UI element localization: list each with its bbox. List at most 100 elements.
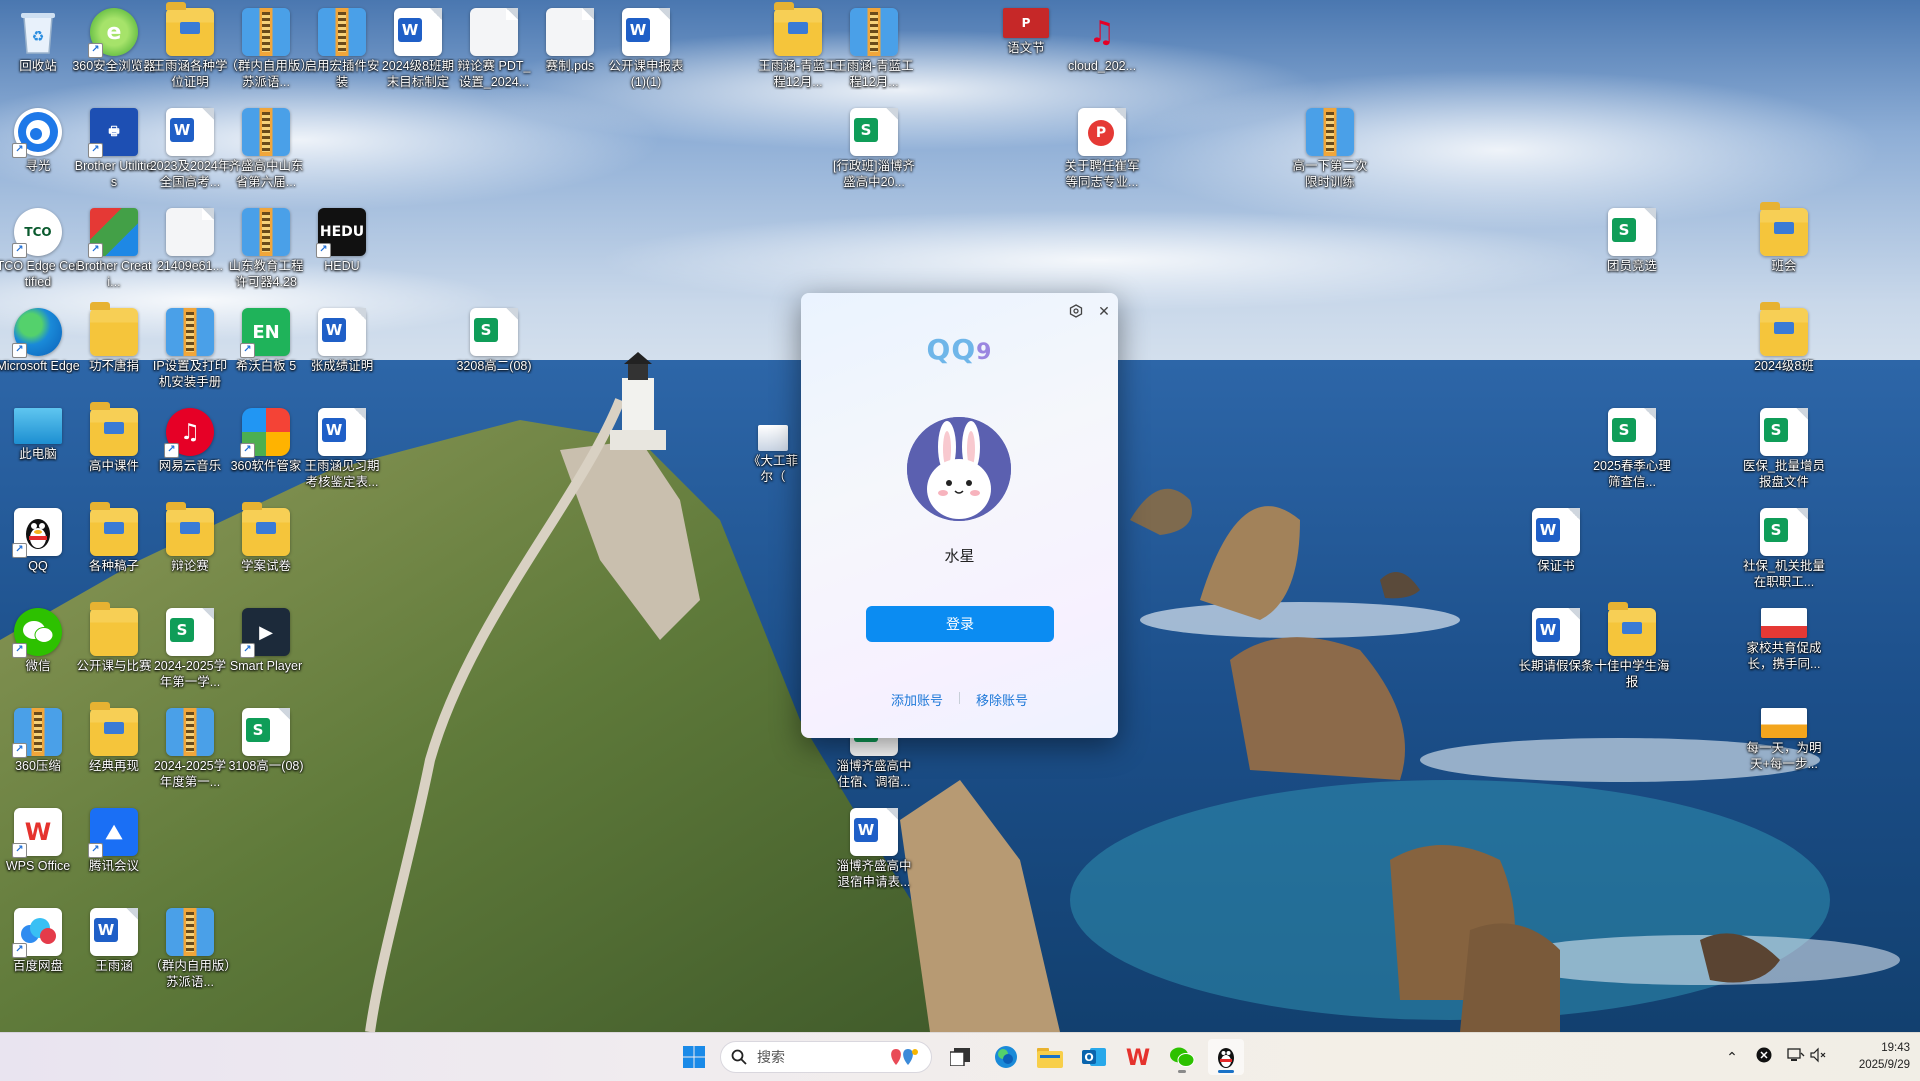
word-glyph: W xyxy=(166,108,214,156)
word-document-icon[interactable]: W 长期请假保条 xyxy=(1514,608,1598,674)
image-file-icon[interactable]: 《大工菲尔（ xyxy=(743,425,803,485)
folder-icon[interactable]: 学案试卷 xyxy=(224,502,308,574)
word-document-icon[interactable]: W 保证书 xyxy=(1514,508,1598,574)
wps-office-icon[interactable]: W ↗ WPS Office xyxy=(0,808,80,874)
360-browser-icon[interactable]: e ↗ 360安全浏览器 xyxy=(72,8,156,74)
baidu-cloud-glyph: ↗ xyxy=(12,908,62,958)
qq-icon[interactable]: ↗ QQ xyxy=(0,508,80,574)
360-zip-icon[interactable]: ↗ 360压缩 xyxy=(0,708,80,774)
tencent-meeting-icon[interactable]: ⛰ ↗ 腾讯会议 xyxy=(72,808,156,874)
zip-archive-icon[interactable]: 齐盛高中山东省第六届... xyxy=(224,108,308,190)
start-button[interactable] xyxy=(676,1039,712,1075)
netease-music-icon[interactable]: ♫ ↗ 网易云音乐 xyxy=(148,408,232,474)
login-button[interactable]: 登录 xyxy=(866,606,1054,642)
word-document-icon[interactable]: W 王雨涵 xyxy=(72,908,156,974)
zip-archive-icon[interactable]: 王雨涵-青蓝工程12月... xyxy=(832,8,916,90)
pdf-document-icon[interactable]: P 关于聘任崔军等同志专业... xyxy=(1060,108,1144,190)
microsoft-edge-icon[interactable]: ↗ Microsoft Edge xyxy=(0,308,80,374)
blank-document-icon[interactable]: 辩论赛 PDT_设置_2024... xyxy=(452,8,536,90)
username: 水星 xyxy=(944,548,975,565)
qq-penguin-glyph: ↗ xyxy=(12,508,62,558)
presentation-image-icon[interactable]: 每一天，为明天+每一步... xyxy=(1742,708,1826,772)
folder-icon[interactable]: 功不唐捐 xyxy=(72,302,156,374)
folder-icon[interactable]: 王雨涵各种学位证明 xyxy=(148,2,232,90)
document-glyph xyxy=(470,8,518,56)
smart-player-icon[interactable]: ▶ ↗ Smart Player xyxy=(224,608,308,674)
folder-icon[interactable]: 班会 xyxy=(1742,202,1826,274)
word-document-icon[interactable]: W 王雨涵见习期考核鉴定表... xyxy=(300,408,384,490)
hedu-icon[interactable]: HEDU ↗ HEDU xyxy=(300,208,384,274)
meeting-glyph: ⛰ ↗ xyxy=(88,808,138,858)
taskbar-qq-button[interactable] xyxy=(1208,1039,1244,1075)
volume-muted-icon[interactable] xyxy=(1808,1047,1828,1067)
seewo-whiteboard-icon[interactable]: EN ↗ 希沃白板 5 xyxy=(224,308,308,374)
zip-archive-icon[interactable]: IP设置及打印机安装手册 xyxy=(148,308,232,390)
folder-icon[interactable]: 各种稿子 xyxy=(72,502,156,574)
close-icon[interactable]: ✕ xyxy=(1094,301,1114,321)
word-document-icon[interactable]: W 2023及2024年全国高考... xyxy=(148,108,232,190)
zip-archive-glyph xyxy=(166,308,214,356)
zip-archive-icon[interactable]: 2024-2025学年度第一... xyxy=(148,708,232,790)
pdf-glyph: P xyxy=(1078,108,1126,156)
folder-icon[interactable]: 公开课与比赛 xyxy=(72,602,156,674)
avatar[interactable] xyxy=(907,417,1011,521)
spreadsheet-icon[interactable]: S 2025春季心理筛查信... xyxy=(1590,408,1674,490)
recycle-bin-icon[interactable]: ♻ 回收站 xyxy=(0,8,80,74)
folder-icon[interactable]: 高中课件 xyxy=(72,402,156,474)
baidu-netdisk-icon[interactable]: ↗ 百度网盘 xyxy=(0,908,80,974)
spreadsheet-icon[interactable]: S 团员竞选 xyxy=(1590,208,1674,274)
taskbar-wps-button[interactable]: W xyxy=(1120,1039,1156,1075)
tco-edge-certified-icon[interactable]: TCO ↗ TCO Edge Certified xyxy=(0,208,80,290)
spreadsheet-icon[interactable]: S 2024-2025学年第一学... xyxy=(148,608,232,690)
netease-cloud-file-icon[interactable]: ♫ cloud_202... xyxy=(1060,8,1144,74)
taskbar-outlook-button[interactable]: O xyxy=(1076,1039,1112,1075)
presentation-image-icon[interactable]: 家校共育促成长，携手同... xyxy=(1742,608,1826,672)
zip-archive-icon[interactable]: 高一下第二次限时训练 xyxy=(1288,108,1372,190)
brother-creative-icon[interactable]: ↗ Brother Creati... xyxy=(72,208,156,290)
taskbar-search-box[interactable]: 搜索 xyxy=(720,1041,932,1073)
network-icon[interactable] xyxy=(1786,1047,1806,1067)
this-pc-icon[interactable]: 此电脑 xyxy=(0,408,80,462)
folder-icon[interactable]: 辩论赛 xyxy=(148,502,232,574)
spreadsheet-icon[interactable]: S 3108高一(08) xyxy=(224,708,308,774)
spreadsheet-icon[interactable]: S [行政班]淄博齐盛高中20... xyxy=(832,108,916,190)
taskbar-edge-button[interactable] xyxy=(988,1039,1024,1075)
presentation-icon[interactable]: P 语文节 xyxy=(984,8,1068,56)
spreadsheet-icon[interactable]: S 医保_批量增员报盘文件 xyxy=(1742,408,1826,490)
wechat-icon[interactable]: ↗ 微信 xyxy=(0,608,80,674)
taskbar-wechat-button[interactable] xyxy=(1164,1039,1200,1075)
spreadsheet-icon[interactable]: S 3208高二(08) xyxy=(452,308,536,374)
settings-icon[interactable] xyxy=(1066,301,1086,321)
remove-account-link[interactable]: 移除账号 xyxy=(976,690,1028,709)
zip-archive-glyph xyxy=(166,908,214,956)
xunguang-icon[interactable]: ↗ 寻光 xyxy=(0,108,80,174)
word-glyph: W xyxy=(622,8,670,56)
qq-penguin-icon xyxy=(1218,1048,1234,1068)
zip-archive-icon[interactable]: （群内自用版）苏派语... xyxy=(224,8,308,90)
netease-glyph: ♫ xyxy=(1088,14,1116,50)
word-document-icon[interactable]: W 公开课申报表(1)(1) xyxy=(604,8,688,90)
windows-logo-icon xyxy=(683,1046,705,1068)
zip-archive-icon[interactable]: 启用宏插件安装 xyxy=(300,8,384,90)
zip-archive-icon[interactable]: （群内自用版）苏派语... xyxy=(148,908,232,990)
taskbar-file-explorer-button[interactable] xyxy=(1032,1039,1068,1075)
zip-archive-icon[interactable]: 山东教育工程许可器4.28 xyxy=(224,208,308,290)
word-document-icon[interactable]: W 2024级8班期末目标制定 xyxy=(376,8,460,90)
word-document-icon[interactable]: W 淄博齐盛高中退宿申请表... xyxy=(832,808,916,890)
task-view-button[interactable] xyxy=(942,1039,978,1075)
folder-icon[interactable]: 2024级8班 xyxy=(1742,302,1826,374)
folder-icon[interactable]: 十佳中学生海报 xyxy=(1590,602,1674,690)
brother-utilities-icon[interactable]: 🖶 ↗ Brother Utilities xyxy=(72,108,156,190)
tray-app-icon[interactable] xyxy=(1754,1047,1774,1067)
word-document-icon[interactable]: W 张成绩证明 xyxy=(300,308,384,374)
add-account-link[interactable]: 添加账号 xyxy=(891,690,943,709)
blank-document-icon[interactable]: 赛制.pds xyxy=(528,8,612,74)
folder-icon[interactable]: 王雨涵-青蓝工程12月... xyxy=(756,2,840,90)
blank-document-icon[interactable]: 21409e61... xyxy=(148,208,232,274)
spreadsheet-icon[interactable]: S 社保_机关批量在职职工... xyxy=(1742,508,1826,590)
folder-icon[interactable]: 经典再现 xyxy=(72,702,156,774)
360-software-manager-icon[interactable]: ↗ 360软件管家 xyxy=(224,408,308,474)
zip-archive-glyph xyxy=(318,8,366,56)
chevron-up-icon[interactable]: ⌃ xyxy=(1722,1047,1742,1067)
system-clock[interactable]: 19:43 2025/9/29 xyxy=(1834,1040,1910,1074)
